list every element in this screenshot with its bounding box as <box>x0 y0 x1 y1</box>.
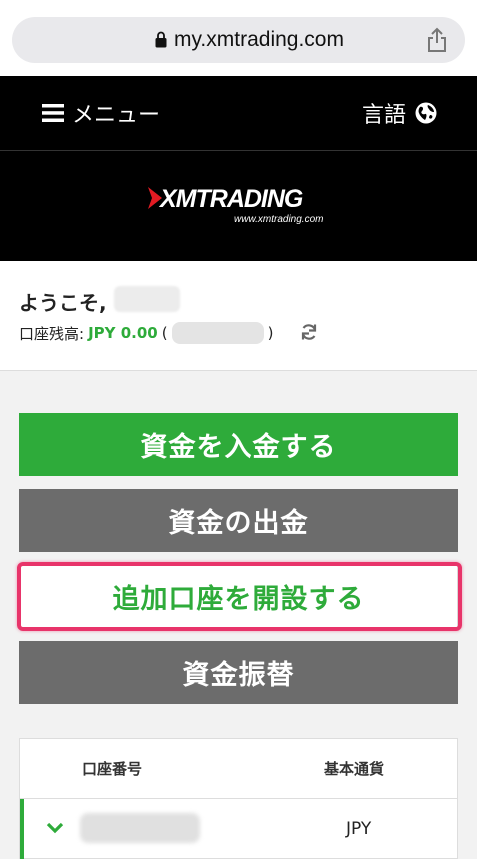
menu-label: メニュー <box>72 103 161 128</box>
balance-value: JPY 0.00 <box>88 324 158 342</box>
welcome-greeting: ようこそ, <box>19 291 107 315</box>
welcome-panel: ようこそ, 口座残高: JPY 0.00 ( ) <box>0 261 477 371</box>
redacted-account-number <box>80 813 200 843</box>
redacted-username <box>114 286 180 312</box>
accounts-table: 口座番号 基本通貨 JPY <box>19 738 458 859</box>
language-button[interactable]: 言語 <box>362 96 437 130</box>
transfer-button[interactable]: 資金振替 <box>19 641 458 704</box>
withdraw-button[interactable]: 資金の出金 <box>19 489 458 552</box>
hamburger-icon <box>42 104 64 122</box>
cell-currency: JPY <box>346 819 372 839</box>
browser-bar: my.xmtrading.com <box>0 0 477 76</box>
refresh-icon[interactable] <box>300 323 318 341</box>
logo-subtext: www.xmtrading.com <box>234 214 324 225</box>
logo-text: XMTRADING <box>160 185 303 213</box>
table-row[interactable]: JPY <box>20 799 457 859</box>
language-label: 言語 <box>361 103 406 128</box>
share-icon[interactable] <box>426 27 448 53</box>
highlight-frame <box>17 562 462 631</box>
menu-button[interactable]: メニュー <box>42 96 160 130</box>
balance-label: 口座残高: <box>19 324 85 343</box>
address-bar[interactable]: my.xmtrading.com <box>12 17 465 63</box>
balance-paren-close: ) <box>267 324 274 342</box>
logo-band: XMTRADING www.xmtrading.com <box>0 150 477 261</box>
lock-icon <box>155 31 167 48</box>
table-header: 口座番号 基本通貨 <box>20 739 457 799</box>
globe-icon <box>415 102 437 124</box>
column-header-base-currency: 基本通貨 <box>324 760 385 778</box>
top-nav: メニュー 言語 <box>0 76 477 150</box>
chevron-down-icon[interactable] <box>46 821 64 835</box>
url-text: my.xmtrading.com <box>174 28 344 51</box>
redacted-account <box>171 322 264 344</box>
balance-line: 口座残高: JPY 0.00 ( ) <box>19 322 273 344</box>
xmtrading-logo[interactable]: XMTRADING www.xmtrading.com <box>146 185 336 229</box>
deposit-button[interactable]: 資金を入金する <box>19 413 458 476</box>
column-header-account-number: 口座番号 <box>82 760 143 778</box>
balance-paren-open: ( <box>161 324 168 342</box>
